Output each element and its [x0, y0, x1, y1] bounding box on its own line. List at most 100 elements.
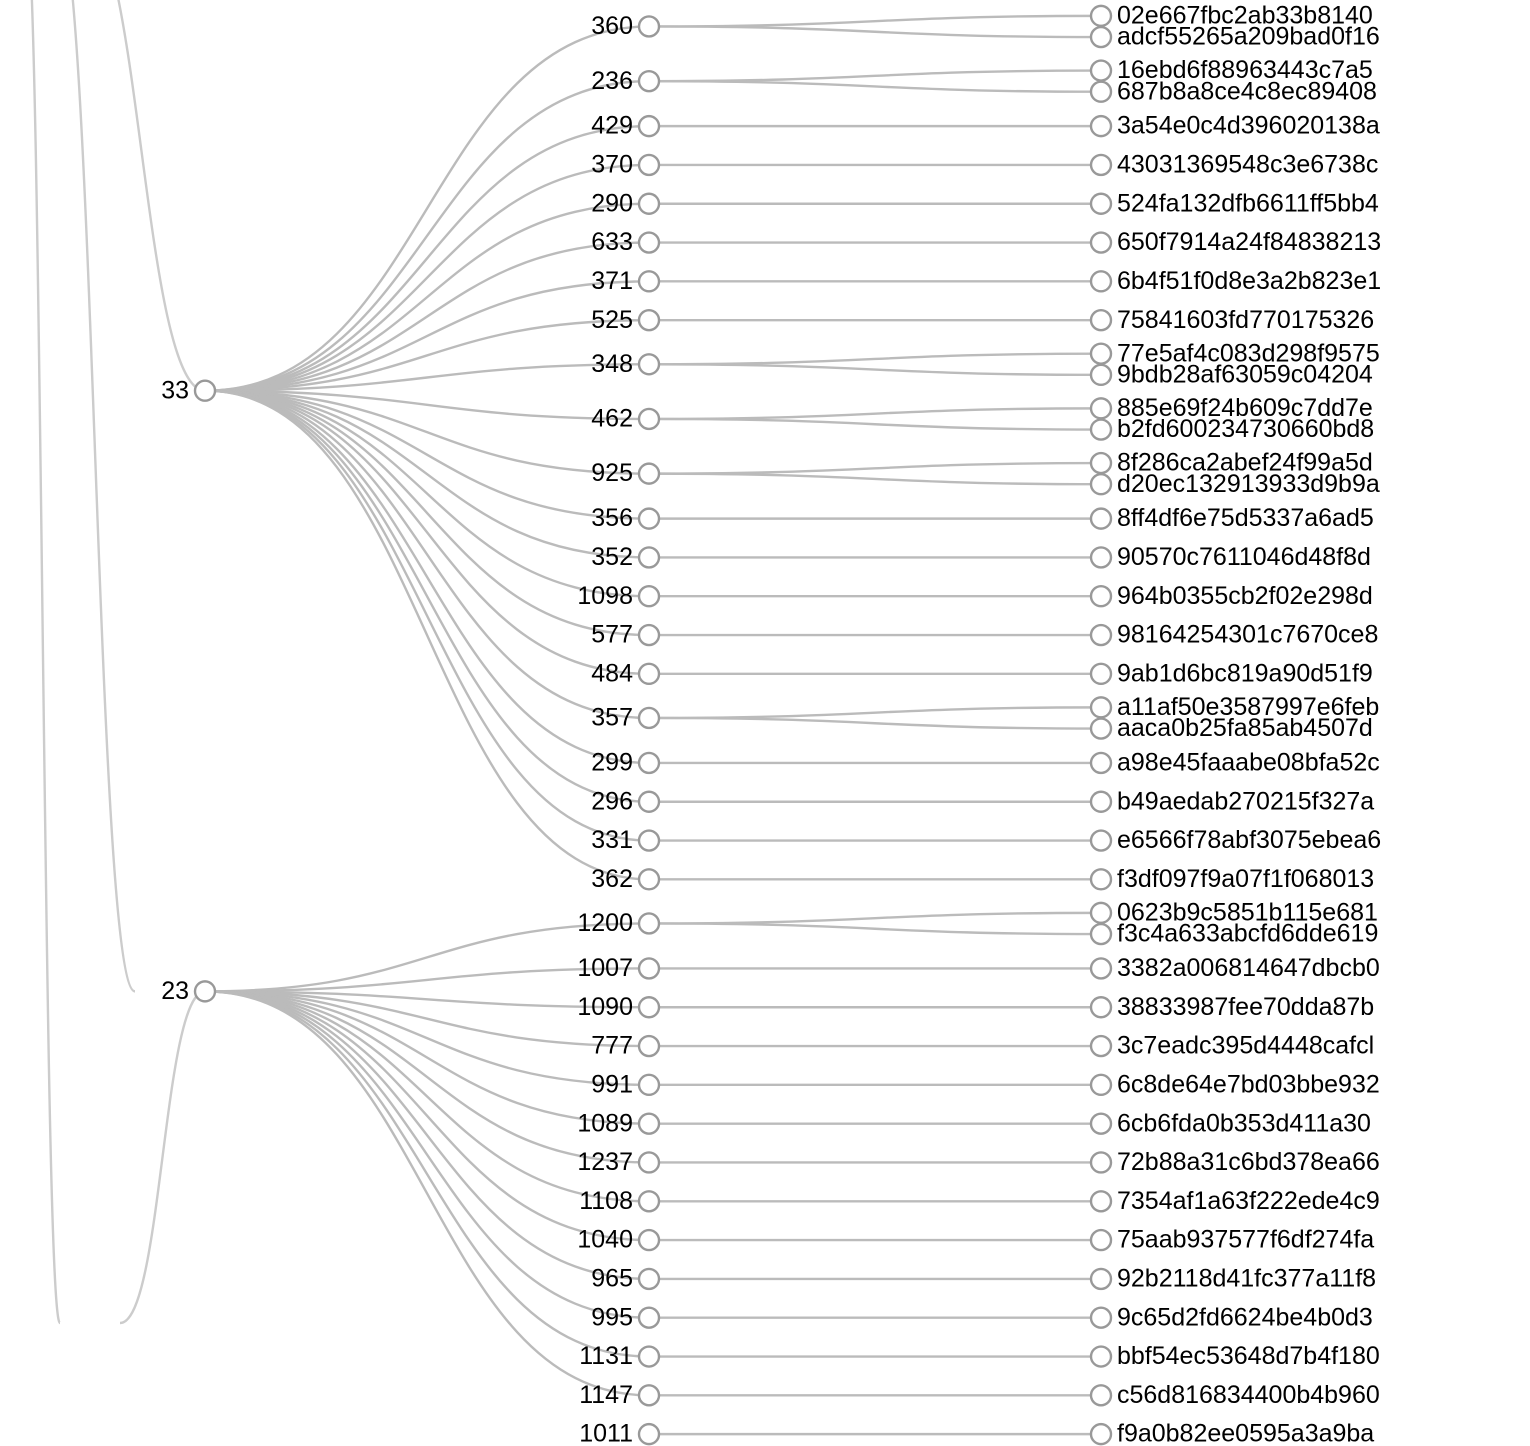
node-label: 236 [591, 67, 633, 95]
tree-node[interactable] [1091, 958, 1111, 978]
tree-node[interactable] [639, 831, 659, 851]
tree-node[interactable] [639, 1347, 659, 1367]
tree-node[interactable] [1091, 1347, 1111, 1367]
tree-node[interactable] [1091, 719, 1111, 739]
tree-node[interactable] [639, 625, 659, 645]
tree-node[interactable] [195, 981, 215, 1001]
tree-node[interactable] [639, 271, 659, 291]
tree-node[interactable] [1091, 310, 1111, 330]
tree-node[interactable] [1091, 903, 1111, 923]
tree-node[interactable] [1091, 1114, 1111, 1134]
tree-node[interactable] [639, 547, 659, 567]
tree-node[interactable] [1091, 365, 1111, 385]
tree-node[interactable] [1091, 753, 1111, 773]
tree-link [205, 243, 649, 391]
node-label: 577 [591, 621, 633, 649]
tree-node[interactable] [1091, 1424, 1111, 1444]
tree-node[interactable] [1091, 1385, 1111, 1405]
tree-node[interactable] [1091, 271, 1111, 291]
tree-node[interactable] [639, 869, 659, 889]
tree-node[interactable] [1091, 6, 1111, 26]
tree-node[interactable] [1091, 233, 1111, 253]
tree-node[interactable] [639, 1424, 659, 1444]
tree-link [649, 474, 1101, 485]
tree-node[interactable] [639, 792, 659, 812]
tree-node[interactable] [639, 233, 659, 253]
tree-node[interactable] [1091, 453, 1111, 473]
tree-node[interactable] [639, 194, 659, 214]
node-label: 296 [591, 787, 633, 815]
tree-node[interactable] [1091, 1230, 1111, 1250]
tree-node[interactable] [1091, 27, 1111, 47]
node-label: 90570c7611046d48f8d [1117, 543, 1371, 571]
tree-node[interactable] [1091, 509, 1111, 529]
node-label: 331 [591, 826, 633, 854]
tree-node[interactable] [1091, 792, 1111, 812]
tree-node[interactable] [639, 310, 659, 330]
node-label: 357 [591, 704, 633, 732]
tree-node[interactable] [639, 958, 659, 978]
tree-node[interactable] [639, 1152, 659, 1172]
tree-node[interactable] [1091, 82, 1111, 102]
tree-node[interactable] [1091, 398, 1111, 418]
tree-node[interactable] [639, 997, 659, 1017]
tree-node[interactable] [195, 381, 215, 401]
tree-node[interactable] [639, 708, 659, 728]
tree-node[interactable] [639, 354, 659, 374]
tree-node[interactable] [1091, 474, 1111, 494]
tree-node[interactable] [639, 1036, 659, 1056]
tree-node[interactable] [1091, 1308, 1111, 1328]
tree-node[interactable] [1091, 697, 1111, 717]
tree-node[interactable] [639, 464, 659, 484]
tree-node[interactable] [639, 16, 659, 36]
tree-node[interactable] [1091, 1036, 1111, 1056]
node-label: c56d816834400b4b960 [1117, 1381, 1380, 1409]
tree-node[interactable] [639, 664, 659, 684]
tree-node[interactable] [1091, 997, 1111, 1017]
tree-node[interactable] [639, 509, 659, 529]
tree-node[interactable] [1091, 1152, 1111, 1172]
node-label: 8ff4df6e75d5337a6ad5 [1117, 504, 1374, 532]
tree-node[interactable] [639, 1075, 659, 1095]
tree-node[interactable] [1091, 664, 1111, 684]
node-label: 1108 [579, 1187, 633, 1215]
node-label: b2fd600234730660bd8 [1117, 415, 1374, 443]
tree-node[interactable] [639, 1114, 659, 1134]
tree-node[interactable] [1091, 869, 1111, 889]
tree-node[interactable] [1091, 155, 1111, 175]
tree-node[interactable] [1091, 420, 1111, 440]
tree-node[interactable] [1091, 1075, 1111, 1095]
tree-node[interactable] [639, 586, 659, 606]
tree-node[interactable] [1091, 547, 1111, 567]
tree-node[interactable] [1091, 1191, 1111, 1211]
tree-node[interactable] [639, 116, 659, 136]
node-label: 371 [591, 267, 633, 295]
tree-node[interactable] [639, 155, 659, 175]
tree-node[interactable] [1091, 625, 1111, 645]
tree-node[interactable] [639, 1385, 659, 1405]
tree-link [78, 0, 205, 391]
tree-node[interactable] [639, 913, 659, 933]
node-label: a98e45faaabe08bfa52c [1117, 749, 1380, 777]
tree-node[interactable] [1091, 831, 1111, 851]
tree-node[interactable] [1091, 344, 1111, 364]
node-label: 633 [591, 228, 633, 256]
tree-node[interactable] [1091, 1269, 1111, 1289]
tree-node[interactable] [639, 1230, 659, 1250]
tree-node[interactable] [1091, 586, 1111, 606]
tree-node[interactable] [639, 71, 659, 91]
node-label: 484 [591, 659, 633, 687]
tree-node[interactable] [639, 1191, 659, 1211]
tree-node[interactable] [639, 409, 659, 429]
tree-node[interactable] [639, 753, 659, 773]
tree-node[interactable] [1091, 116, 1111, 136]
tree-node[interactable] [639, 1308, 659, 1328]
node-label: e6566f78abf3075ebea6 [1117, 826, 1381, 854]
node-label: f3df097f9a07f1f068013 [1117, 865, 1374, 893]
node-label: 995 [591, 1303, 633, 1331]
tree-node[interactable] [1091, 924, 1111, 944]
tree-node[interactable] [639, 1269, 659, 1289]
tree-node[interactable] [1091, 61, 1111, 81]
node-label: 1011 [579, 1420, 633, 1446]
tree-node[interactable] [1091, 194, 1111, 214]
